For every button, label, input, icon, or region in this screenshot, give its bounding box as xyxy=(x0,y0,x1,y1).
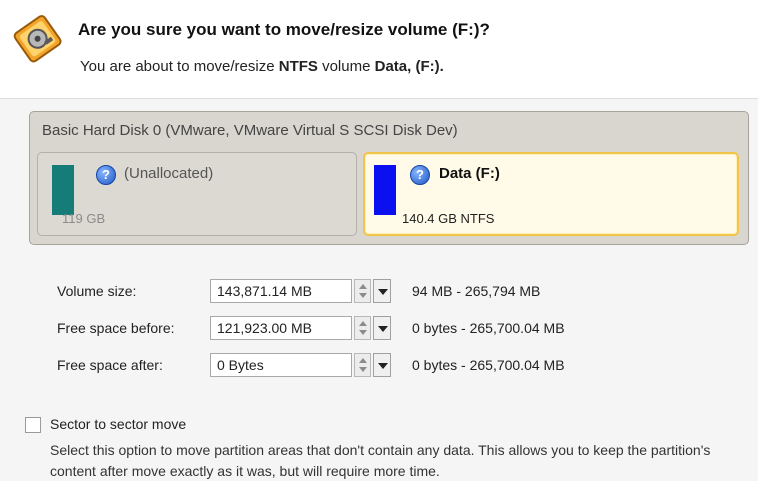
filesystem-type: NTFS xyxy=(278,58,318,75)
dialog-header: Are you sure you want to move/resize vol… xyxy=(0,0,758,98)
partition-info: 119 GB xyxy=(62,211,106,226)
spin-up-icon xyxy=(359,321,367,326)
sector-to-sector-label[interactable]: Sector to sector move xyxy=(50,416,186,432)
move-resize-volume-icon xyxy=(13,15,62,63)
spin-up-icon xyxy=(359,284,367,289)
subtitle-prefix: You are about to move/resize xyxy=(80,58,275,75)
chevron-down-icon xyxy=(378,289,388,295)
volume-size-label: Volume size: xyxy=(57,283,137,299)
volume-size-spinner[interactable] xyxy=(354,279,371,303)
disk-map: Basic Hard Disk 0 (VMware, VMware Virtua… xyxy=(29,111,749,245)
partition-name: Data (F:) xyxy=(439,165,500,182)
partition-info: 140.4 GB NTFS xyxy=(402,211,495,226)
partition-data-f[interactable]: ? Data (F:) 140.4 GB NTFS xyxy=(363,152,739,236)
partition-name: (Unallocated) xyxy=(124,165,214,182)
partition-color-swatch xyxy=(52,165,74,215)
partition-color-swatch xyxy=(374,165,396,215)
free-space-before-unit-dropdown[interactable] xyxy=(373,316,391,340)
volume-label: Data, (F:). xyxy=(374,58,444,75)
chevron-down-icon xyxy=(378,326,388,332)
volume-size-range: 94 MB - 265,794 MB xyxy=(412,283,541,299)
help-icon: ? xyxy=(96,165,116,185)
subtitle-middle: volume xyxy=(322,58,371,75)
free-space-after-unit-dropdown[interactable] xyxy=(373,353,391,377)
free-space-before-label: Free space before: xyxy=(57,320,175,336)
free-space-after-spinner[interactable] xyxy=(354,353,371,377)
free-space-after-input[interactable]: 0 Bytes xyxy=(210,353,352,377)
sector-to-sector-checkbox[interactable] xyxy=(25,417,41,433)
sector-to-sector-description: Select this option to move partition are… xyxy=(50,442,711,479)
free-space-after-range: 0 bytes - 265,700.04 MB xyxy=(412,357,565,373)
dialog-subtitle: You are about to move/resize NTFS volume… xyxy=(80,58,444,75)
volume-size-input[interactable]: 143,871.14 MB xyxy=(210,279,352,303)
spin-up-icon xyxy=(359,358,367,363)
partition-unallocated[interactable]: ? (Unallocated) 119 GB xyxy=(37,152,357,236)
chevron-down-icon xyxy=(378,363,388,369)
spin-down-icon xyxy=(359,293,367,298)
free-space-before-range: 0 bytes - 265,700.04 MB xyxy=(412,320,565,336)
volume-size-unit-dropdown[interactable] xyxy=(373,279,391,303)
spin-down-icon xyxy=(359,367,367,372)
dialog-title: Are you sure you want to move/resize vol… xyxy=(78,20,490,39)
free-space-after-label: Free space after: xyxy=(57,357,163,373)
spin-down-icon xyxy=(359,330,367,335)
free-space-before-spinner[interactable] xyxy=(354,316,371,340)
free-space-before-input[interactable]: 121,923.00 MB xyxy=(210,316,352,340)
disk-title: Basic Hard Disk 0 (VMware, VMware Virtua… xyxy=(42,122,458,139)
help-icon: ? xyxy=(410,165,430,185)
